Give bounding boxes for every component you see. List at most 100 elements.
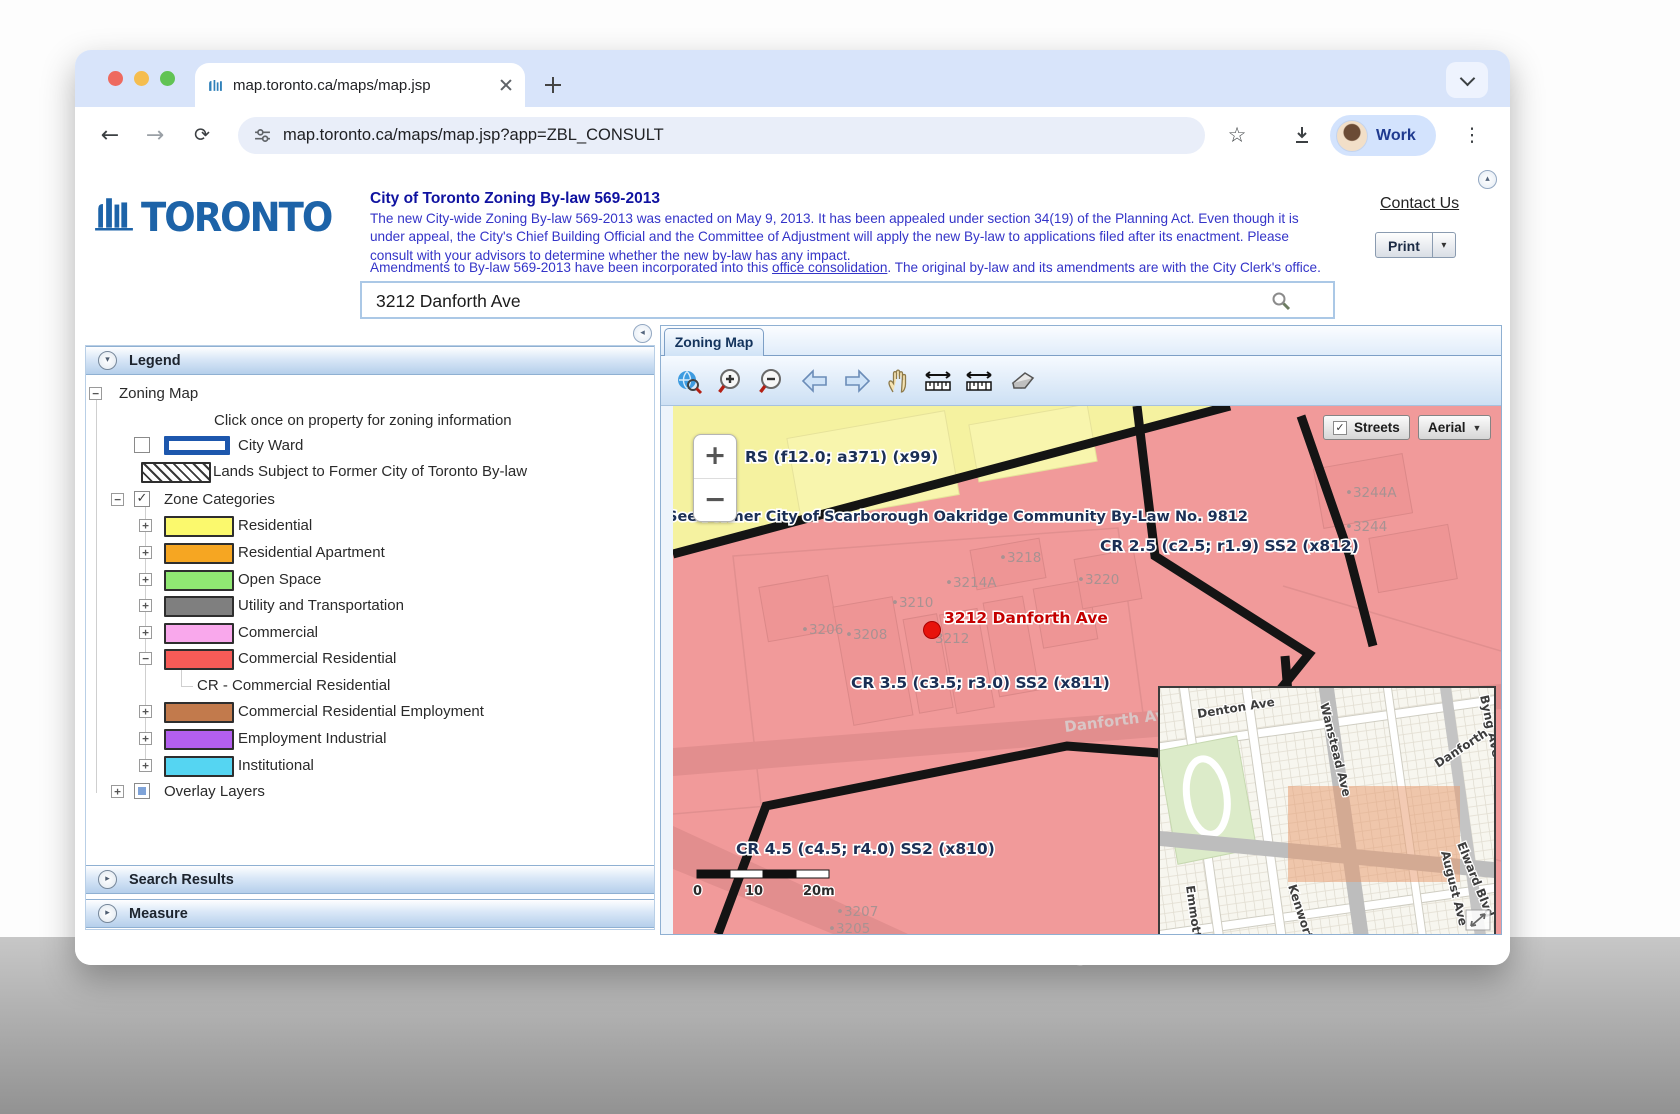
legend-row-commercial-residential[interactable]: Commercial Residential — [86, 647, 654, 671]
legend-title: Legend — [129, 353, 181, 369]
address-bar[interactable]: map.toronto.ca/maps/map.jsp?app=ZBL_CONS… — [238, 117, 1205, 154]
zoom-out-tool-icon[interactable] — [756, 365, 788, 397]
browser-tab[interactable]: map.toronto.ca/maps/map.jsp — [195, 63, 525, 107]
address-marker[interactable] — [924, 622, 941, 639]
zoom-in-tool-icon[interactable] — [715, 365, 747, 397]
zoning-map-canvas[interactable]: Danforth Av •3218 •3214A •3220 •3210 •32… — [673, 406, 1501, 934]
print-button-label[interactable]: Print — [1375, 232, 1433, 258]
svg-text:10: 10 — [745, 884, 763, 899]
expand-node-icon[interactable] — [139, 705, 152, 718]
legend-row-residential[interactable]: Residential — [86, 514, 654, 538]
cr45-zone-label: CR 4.5 (c4.5; r4.0) SS2 (x810) — [736, 840, 995, 858]
expand-node-icon[interactable] — [139, 759, 152, 772]
pan-hand-icon[interactable] — [882, 365, 914, 397]
reload-button[interactable]: ⟳ — [185, 118, 219, 152]
legend-label: Commercial Residential Employment — [238, 703, 484, 720]
profile-chip[interactable]: Work — [1330, 115, 1436, 156]
forward-button[interactable]: → — [138, 118, 172, 152]
legend-row-former-city[interactable]: Lands Subject to Former City of Toronto … — [86, 460, 654, 484]
city-ward-checkbox[interactable] — [134, 437, 150, 453]
collapse-node-icon[interactable] — [111, 493, 124, 506]
svg-text:•3244A: •3244A — [1345, 485, 1397, 501]
next-extent-icon[interactable] — [841, 365, 873, 397]
legend-label: CR - Commercial Residential — [197, 677, 390, 694]
search-results-expand-icon[interactable] — [98, 870, 117, 889]
zoom-window-button[interactable] — [160, 71, 175, 86]
aerial-dropdown-button[interactable]: Aerial ▼ — [1418, 415, 1491, 440]
svg-text:•3210: •3210 — [891, 595, 933, 611]
address-search-input[interactable] — [374, 283, 1258, 319]
legend-row-open-space[interactable]: Open Space — [86, 568, 654, 592]
inset-resize-handle-icon[interactable] — [1466, 910, 1490, 930]
legend-row-cre[interactable]: Commercial Residential Employment — [86, 700, 654, 724]
expand-node-icon[interactable] — [139, 732, 152, 745]
expand-node-icon[interactable] — [139, 519, 152, 532]
collapse-node-icon[interactable] — [139, 652, 152, 665]
legend-hint-row: Click once on property for zoning inform… — [86, 409, 654, 433]
browser-menu-icon[interactable]: ⋮ — [1455, 118, 1489, 152]
city-ward-swatch — [164, 436, 230, 455]
tree-root-label: Zoning Map — [119, 385, 198, 402]
tree-root-row[interactable]: Zoning Map — [86, 382, 654, 406]
tab-search-button[interactable] — [1446, 62, 1488, 98]
commercial-swatch — [164, 623, 234, 644]
legend-row-employment-industrial[interactable]: Employment Industrial — [86, 727, 654, 751]
expand-node-icon[interactable] — [139, 599, 152, 612]
expand-node-icon[interactable] — [111, 785, 124, 798]
clear-graphics-eraser-icon[interactable] — [1004, 365, 1036, 397]
legend-row-overlay-layers[interactable]: Overlay Layers — [86, 780, 654, 804]
search-icon[interactable] — [1270, 290, 1292, 312]
address-marker-label: 3212 Danforth Ave — [944, 609, 1108, 627]
legend-collapse-icon[interactable] — [98, 351, 117, 370]
site-settings-icon[interactable] — [254, 127, 271, 144]
legend-row-city-ward[interactable]: City Ward — [86, 434, 654, 458]
measure-distance-icon[interactable] — [922, 365, 954, 397]
measure-expand-icon[interactable] — [98, 904, 117, 923]
expand-node-icon[interactable] — [139, 573, 152, 586]
legend-header[interactable]: Legend — [86, 346, 654, 375]
legend-row-cr-subitem[interactable]: CR - Commercial Residential — [86, 674, 654, 698]
close-tab-icon[interactable] — [499, 78, 513, 92]
streets-toggle-button[interactable]: Streets — [1323, 415, 1410, 440]
downloads-icon[interactable] — [1285, 118, 1319, 152]
measure-header[interactable]: Measure — [86, 899, 654, 928]
legend-row-residential-apartment[interactable]: Residential Apartment — [86, 541, 654, 565]
legend-label: Institutional — [238, 757, 314, 774]
zoning-map-tab[interactable]: Zoning Map — [664, 328, 764, 357]
print-dropdown-arrow-icon[interactable]: ▾ — [1433, 232, 1456, 258]
back-button[interactable]: ← — [93, 118, 127, 152]
minimize-window-button[interactable] — [134, 71, 149, 86]
contact-us-link[interactable]: Contact Us — [1380, 195, 1459, 213]
print-button[interactable]: Print ▾ — [1375, 232, 1456, 258]
legend-row-utility[interactable]: Utility and Transportation — [86, 594, 654, 618]
map-zoom-in-button[interactable]: + — [694, 435, 736, 479]
overview-inset-map[interactable]: Denton Ave Wanstead Ave Elward Blvd Kenw… — [1158, 686, 1496, 934]
overlay-layers-checkbox[interactable] — [134, 783, 150, 799]
cr25-zone-label: CR 2.5 (c2.5; r1.9) SS2 (x812) — [1100, 537, 1359, 555]
hatch-swatch — [141, 462, 211, 483]
svg-text:•3244: •3244 — [1345, 519, 1387, 535]
collapse-node-icon[interactable] — [89, 387, 102, 400]
streets-checkbox[interactable] — [1333, 421, 1347, 435]
legend-hint: Click once on property for zoning inform… — [214, 412, 512, 429]
initial-extent-icon[interactable] — [673, 365, 705, 397]
collapse-left-panel-button[interactable]: ◂ — [633, 324, 652, 343]
measure-area-icon[interactable] — [963, 365, 995, 397]
zone-categories-checkbox[interactable] — [134, 491, 150, 507]
page-title: City of Toronto Zoning By-law 569-2013 — [370, 190, 660, 208]
collapse-header-button[interactable]: ▴ — [1478, 170, 1497, 189]
expand-node-icon[interactable] — [139, 546, 152, 559]
legend-row-commercial[interactable]: Commercial — [86, 621, 654, 645]
svg-text:•3206: •3206 — [801, 622, 843, 638]
legend-row-institutional[interactable]: Institutional — [86, 754, 654, 778]
search-results-header[interactable]: Search Results — [86, 865, 654, 894]
previous-extent-icon[interactable] — [799, 365, 831, 397]
office-consolidation-link[interactable]: office consolidation — [772, 260, 887, 275]
aerial-button-label: Aerial — [1428, 420, 1466, 435]
map-zoom-out-button[interactable]: − — [694, 479, 736, 522]
close-window-button[interactable] — [108, 71, 123, 86]
bookmark-star-icon[interactable]: ☆ — [1220, 118, 1254, 152]
legend-row-zone-categories[interactable]: Zone Categories — [86, 488, 654, 512]
expand-node-icon[interactable] — [139, 626, 152, 639]
svg-text:•3207: •3207 — [836, 904, 878, 920]
